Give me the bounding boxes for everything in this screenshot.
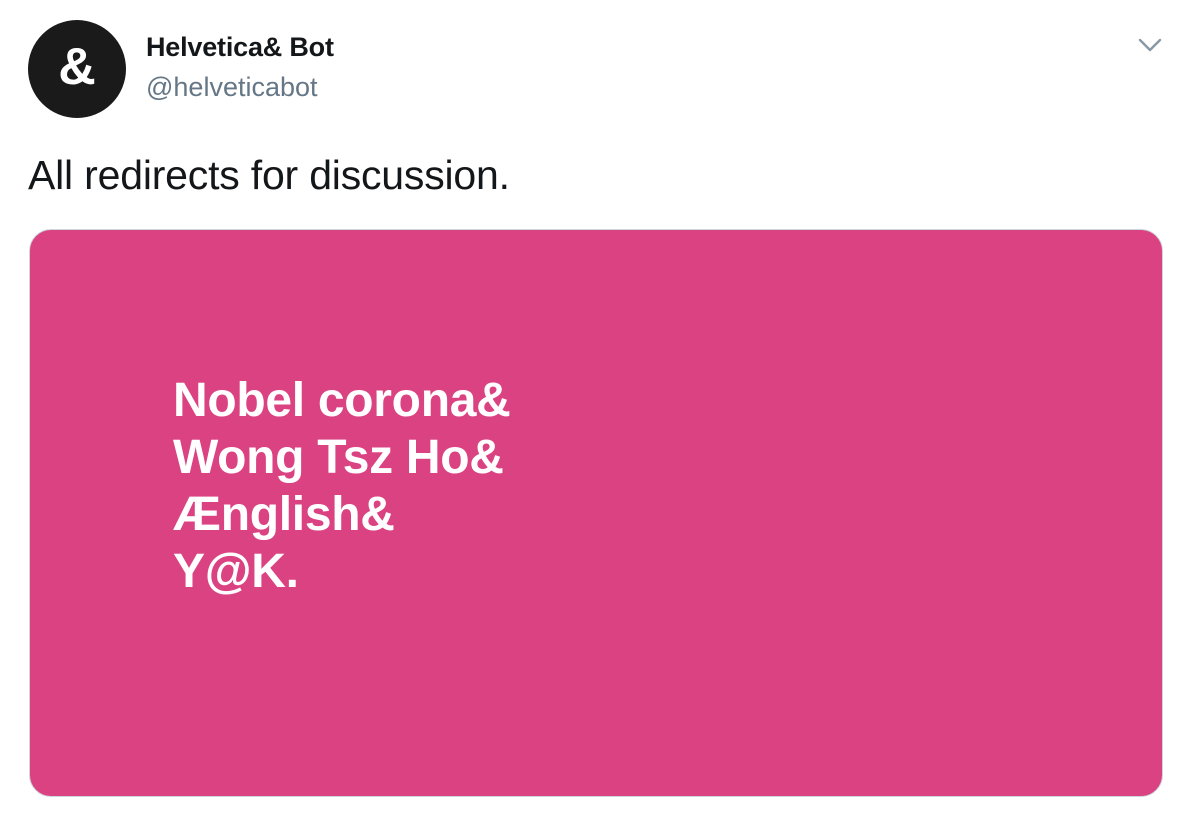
image-text-line: Wong Tsz Ho& bbox=[173, 431, 504, 484]
image-text-line: Ænglish& bbox=[173, 488, 395, 541]
chevron-down-icon bbox=[1138, 38, 1162, 52]
ampersand-logo-icon: & bbox=[58, 38, 96, 96]
tweet: & Helvetica& Bot @helveticabot All redir… bbox=[0, 0, 1194, 832]
tweet-menu-button[interactable] bbox=[1136, 34, 1164, 56]
image-text-line: Nobel corona& bbox=[173, 374, 511, 427]
media-image[interactable]: Nobel corona& Wong Tsz Ho& Ænglish& Y@K. bbox=[29, 229, 1163, 797]
tweet-text: All redirects for discussion. bbox=[28, 152, 510, 198]
username-handle[interactable]: @helveticabot bbox=[146, 72, 318, 103]
image-text-lines: Nobel corona& Wong Tsz Ho& Ænglish& Y@K. bbox=[173, 372, 511, 600]
display-name[interactable]: Helvetica& Bot bbox=[146, 32, 334, 63]
avatar[interactable]: & bbox=[28, 20, 126, 118]
image-text-line: Y@K. bbox=[173, 545, 299, 598]
